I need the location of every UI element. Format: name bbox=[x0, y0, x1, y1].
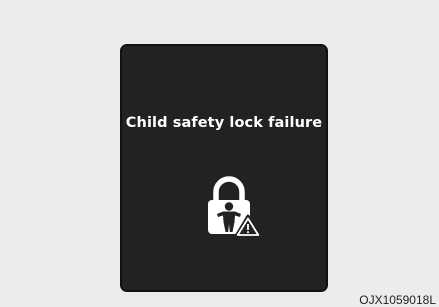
warning-message: Child safety lock failure bbox=[125, 115, 323, 131]
cluster-display: Child safety lock failure bbox=[120, 44, 328, 292]
figure-frame: Child safety lock failure OJX1059018L bbox=[0, 0, 439, 307]
exclamation-mark bbox=[247, 224, 249, 230]
child-lock-icon bbox=[208, 176, 262, 238]
figure-reference-code: OJX1059018L bbox=[359, 293, 436, 307]
child-lock-warning-icon bbox=[202, 176, 262, 238]
